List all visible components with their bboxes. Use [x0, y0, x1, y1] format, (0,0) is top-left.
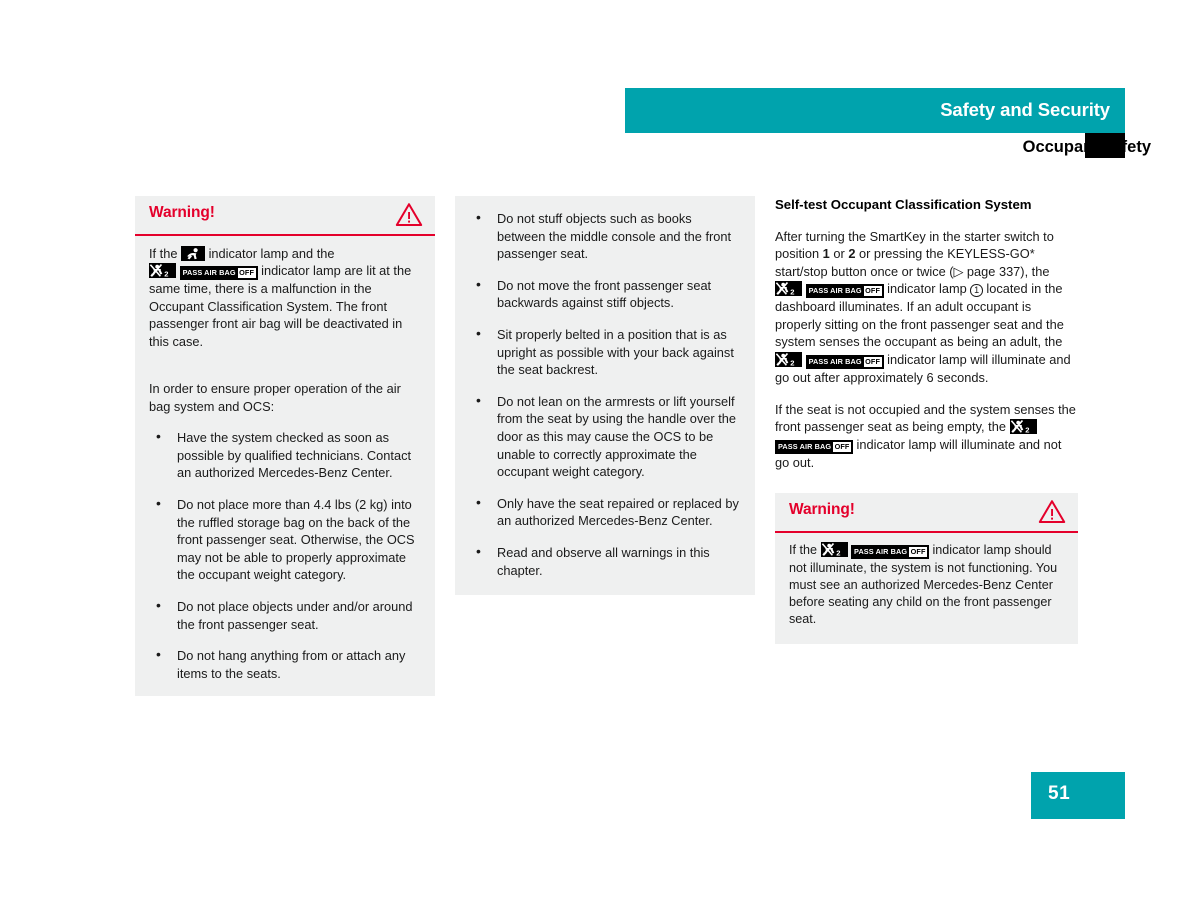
page-number: 51: [1048, 783, 1071, 804]
pass-air-bag-off-lamp-icon: PASS AIR BAG OFF: [179, 266, 258, 281]
pass-air-bag-label: PASS AIR BAG: [778, 441, 832, 451]
off-badge: OFF: [237, 268, 256, 279]
pass-air-bag-label: PASS AIR BAG: [808, 357, 862, 367]
self-test-paragraph-1: After turning the SmartKey in the starte…: [775, 228, 1078, 387]
pass-air-bag-off-lamp-icon: PASS AIR BAG OFF: [775, 439, 853, 454]
warning-triangle-icon: [395, 202, 423, 227]
pass-air-bag-label: PASS AIR BAG: [854, 547, 908, 557]
chapter-title: Safety and Security: [940, 99, 1110, 120]
manual-page: Safety and Security Occupant safety Warn…: [0, 0, 1200, 900]
page-number-badge: 51: [1031, 772, 1125, 819]
warning-triangle-icon: [1038, 499, 1066, 524]
list-item: Do not lean on the armrests or lift your…: [469, 392, 741, 481]
svg-text:2: 2: [836, 549, 840, 557]
off-badge: OFF: [833, 441, 851, 452]
list-item: Do not move the front passenger seat bac…: [469, 276, 741, 312]
intro-paragraph: In order to ensure proper operation of t…: [149, 381, 401, 414]
warning-header: Warning!: [135, 196, 435, 234]
left-bullet-list: Have the system checked as soon as possi…: [149, 428, 421, 682]
middle-body-box: Do not stuff objects such as books betwe…: [455, 196, 755, 596]
child-seat-airbag-off-icon: 2: [775, 281, 802, 297]
list-item: Read and observe all warnings in this ch…: [469, 543, 741, 579]
off-badge: OFF: [909, 547, 927, 558]
warning-title: Warning!: [789, 501, 855, 519]
svg-text:2: 2: [790, 359, 794, 367]
text-or: or: [833, 246, 845, 262]
warning-body: If the indicator lamp and the 2 PASS AIR…: [135, 236, 435, 366]
list-item: Do not place objects under and/or around…: [149, 597, 421, 633]
warning-panel-left: Warning! If the indicator lamp and the 2…: [135, 196, 435, 367]
svg-text:2: 2: [1025, 426, 1029, 434]
child-seat-airbag-off-icon: 2: [1009, 419, 1037, 435]
list-item: Do not hang anything from or attach any …: [149, 646, 421, 682]
off-badge: OFF: [863, 357, 882, 368]
warning-text-a: If the: [149, 246, 178, 261]
airbag-indicator-lamp-icon: [181, 246, 206, 261]
pass-air-bag-off-lamp-icon: PASS AIR BAG OFF: [805, 355, 884, 370]
warning-body: If the 2 PASS AIR BAG OFF indicator lamp…: [775, 533, 1078, 644]
position-2: 2: [848, 246, 856, 262]
child-seat-airbag-off-icon: 2: [775, 352, 802, 368]
self-test-paragraph-2: If the seat is not occupied and the syst…: [775, 401, 1078, 472]
middle-bullet-list: Do not stuff objects such as books betwe…: [469, 209, 741, 579]
list-item: Have the system checked as soon as possi…: [149, 428, 421, 482]
section-heading: Self-test Occupant Classification System: [775, 197, 1032, 212]
pass-air-bag-label: PASS AIR BAG: [808, 286, 862, 296]
warning-text-b: indicator lamp and the: [208, 246, 335, 261]
chapter-header-bar: Safety and Security: [625, 88, 1125, 133]
left-body-box: In order to ensure proper operation of t…: [135, 366, 435, 697]
svg-text:2: 2: [164, 270, 168, 278]
child-seat-airbag-off-icon: 2: [149, 263, 176, 279]
column-middle: Do not stuff objects such as books betwe…: [455, 196, 755, 596]
list-item: Do not place more than 4.4 lbs (2 kg) in…: [149, 495, 421, 584]
warning-text-a: If the: [789, 543, 818, 558]
list-item: Do not stuff objects such as books betwe…: [469, 209, 741, 263]
svg-text:2: 2: [790, 288, 794, 296]
position-1: 1: [822, 246, 830, 262]
callout-number-1: 1: [970, 284, 983, 297]
column-left: Warning! If the indicator lamp and the 2…: [135, 196, 435, 697]
warning-header: Warning!: [775, 493, 1078, 531]
child-seat-airbag-off-icon: 2: [820, 542, 848, 558]
off-badge: OFF: [863, 286, 882, 297]
pass-air-bag-off-lamp-icon: PASS AIR BAG OFF: [805, 284, 884, 299]
warning-panel-right: Warning! If the 2 PASS AIR BAG OFF indic…: [775, 493, 1078, 645]
pass-air-bag-off-lamp-icon: PASS AIR BAG OFF: [851, 545, 929, 560]
list-item: Only have the seat repaired or replaced …: [469, 494, 741, 530]
text-d: indicator lamp: [887, 281, 967, 297]
pass-air-bag-label: PASS AIR BAG: [182, 268, 236, 278]
warning-title: Warning!: [149, 204, 215, 221]
header-marker-square: [1085, 133, 1125, 158]
list-item: Sit properly belted in a position that i…: [469, 325, 741, 379]
column-right: Self-test Occupant Classification System…: [775, 196, 1078, 645]
